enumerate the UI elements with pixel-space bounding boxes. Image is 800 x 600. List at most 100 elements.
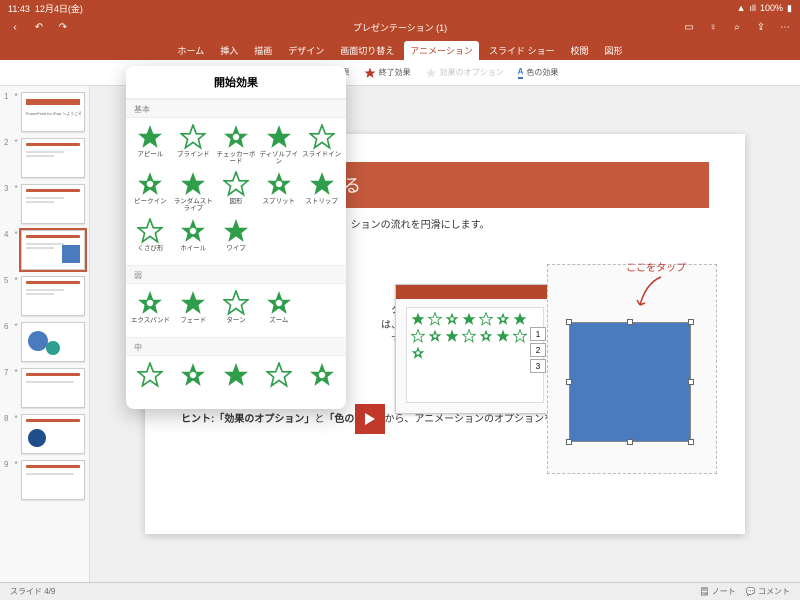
effect-option[interactable]: チェッカーボード: [216, 122, 257, 167]
effect-option[interactable]: [130, 360, 171, 405]
star-icon: [266, 362, 292, 388]
thumb-6[interactable]: 6*: [0, 320, 89, 366]
effect-option[interactable]: [301, 360, 342, 405]
slide-thumbnails[interactable]: 1*PowerPoint for iPad へようこそ2*3*4*5*6*7*8…: [0, 86, 90, 582]
effect-type-3: 効果のオプション: [425, 67, 504, 79]
effect-option[interactable]: ターン: [216, 288, 257, 333]
effect-option[interactable]: ストリップ: [301, 169, 342, 214]
thumb-7[interactable]: 7*: [0, 366, 89, 412]
undo-icon[interactable]: ↶: [32, 20, 46, 34]
effect-option[interactable]: ピークイン: [130, 169, 171, 214]
thumb-2[interactable]: 2*: [0, 136, 89, 182]
play-button[interactable]: [355, 404, 385, 434]
star-icon: [266, 124, 292, 150]
popover-section-heading: 弱: [126, 265, 346, 284]
selected-shape[interactable]: [570, 323, 690, 441]
thumb-5[interactable]: 5*: [0, 274, 89, 320]
effect-option[interactable]: スプリット: [258, 169, 299, 214]
ribbon-tab-7[interactable]: 校閲: [564, 41, 594, 60]
thumb-9[interactable]: 9*: [0, 458, 89, 504]
effect-label: ワイプ: [226, 245, 246, 259]
thumb-3[interactable]: 3*: [0, 182, 89, 228]
effect-option[interactable]: ワイプ: [216, 216, 257, 261]
effect-label: フェード: [180, 317, 206, 331]
animation-tag[interactable]: 3: [530, 359, 546, 373]
star-icon: [309, 362, 335, 388]
ribbon-tab-1[interactable]: 挿入: [214, 41, 244, 60]
effect-option[interactable]: アピール: [130, 122, 171, 167]
notes-button[interactable]: 🗒 ノート: [699, 586, 735, 597]
effect-label: 図形: [229, 198, 242, 212]
lightbulb-icon[interactable]: ♀: [706, 20, 720, 34]
star-icon: [223, 124, 249, 150]
ribbon-tab-3[interactable]: デザイン: [282, 41, 330, 60]
effect-label: スライドイン: [302, 151, 341, 165]
mini-star-icon: [445, 312, 459, 326]
thumb-4[interactable]: 4*: [0, 228, 89, 274]
mini-star-icon: [513, 312, 527, 326]
star-icon: [309, 124, 335, 150]
star-icon: [137, 362, 163, 388]
entrance-effects-popover[interactable]: 開始効果 基本アピールブラインドチェッカーボードディゾルブインスライドインピーク…: [126, 66, 346, 409]
effect-option[interactable]: スライドイン: [301, 122, 342, 167]
back-icon[interactable]: ‹: [8, 20, 22, 34]
effect-label: ピークイン: [134, 198, 167, 212]
popover-section-heading: 基本: [126, 99, 346, 118]
ribbon-tab-0[interactable]: ホーム: [172, 41, 211, 60]
date: 12月4日(金): [35, 4, 83, 14]
effect-option[interactable]: [258, 360, 299, 405]
effect-option[interactable]: エクスパンド: [130, 288, 171, 333]
effect-type-bar: 開始効果強調効果終了効果効果のオプションA色の効果: [0, 60, 800, 86]
mini-star-icon: [445, 329, 459, 343]
animation-order-tags: 1 2 3: [530, 327, 546, 373]
ribbon-tab-6[interactable]: スライド ショー: [483, 41, 561, 60]
search-icon[interactable]: ⌕: [730, 20, 744, 34]
effect-option[interactable]: フェード: [173, 288, 214, 333]
effect-label: ホイール: [180, 245, 206, 259]
clock: 11:43: [8, 4, 30, 14]
effect-label: ブラインド: [177, 151, 210, 165]
mini-star-icon: [462, 312, 476, 326]
thumb-8[interactable]: 8*: [0, 412, 89, 458]
mini-star-icon: [479, 312, 493, 326]
effect-label: ターン: [226, 317, 245, 331]
popover-section-heading: 中: [126, 337, 346, 356]
star-icon: [223, 362, 249, 388]
ribbon-tab-2[interactable]: 描画: [248, 41, 278, 60]
share-icon[interactable]: ⇪: [754, 20, 768, 34]
more-icon[interactable]: ⋯: [778, 20, 792, 34]
effect-label: アピール: [137, 151, 163, 165]
star-icon: [180, 290, 206, 316]
effect-option[interactable]: 図形: [216, 169, 257, 214]
star-icon: [137, 171, 163, 197]
ribbon-tab-4[interactable]: 画面切り替え: [334, 41, 400, 60]
signal-icon: ıll: [750, 3, 757, 13]
effect-option[interactable]: [216, 360, 257, 405]
present-icon[interactable]: ▭: [682, 20, 696, 34]
effect-option[interactable]: くさび形: [130, 216, 171, 261]
effect-option[interactable]: ランダムストライプ: [173, 169, 214, 214]
effect-type-2[interactable]: 終了効果: [364, 67, 411, 79]
mini-star-icon: [513, 329, 527, 343]
mini-star-icon: [411, 346, 425, 360]
redo-icon[interactable]: ↷: [56, 20, 70, 34]
ribbon-tabs: ホーム挿入描画デザイン画面切り替えアニメーションスライド ショー校閲図形: [0, 38, 800, 60]
comments-button[interactable]: 💬 コメント: [746, 586, 790, 597]
effect-option[interactable]: ブラインド: [173, 122, 214, 167]
effect-label: ランダムストライプ: [173, 198, 214, 212]
animation-tag[interactable]: 2: [530, 343, 546, 357]
effect-option[interactable]: ホイール: [173, 216, 214, 261]
ribbon-tab-5[interactable]: アニメーション: [404, 41, 479, 60]
animation-tag[interactable]: 1: [530, 327, 546, 341]
effect-option[interactable]: ディゾルブイン: [258, 122, 299, 167]
effect-type-4[interactable]: A色の効果: [518, 67, 559, 79]
ribbon-tab-8[interactable]: 図形: [598, 41, 628, 60]
thumb-1[interactable]: 1*PowerPoint for iPad へようこそ: [0, 90, 89, 136]
doc-title: プレゼンテーション (1): [0, 21, 800, 34]
effect-option[interactable]: ズーム: [258, 288, 299, 333]
star-icon: [309, 171, 335, 197]
star-icon: [266, 171, 292, 197]
effect-label: ズーム: [269, 317, 288, 331]
battery-icon: ▮: [787, 3, 792, 14]
effect-option[interactable]: [173, 360, 214, 405]
